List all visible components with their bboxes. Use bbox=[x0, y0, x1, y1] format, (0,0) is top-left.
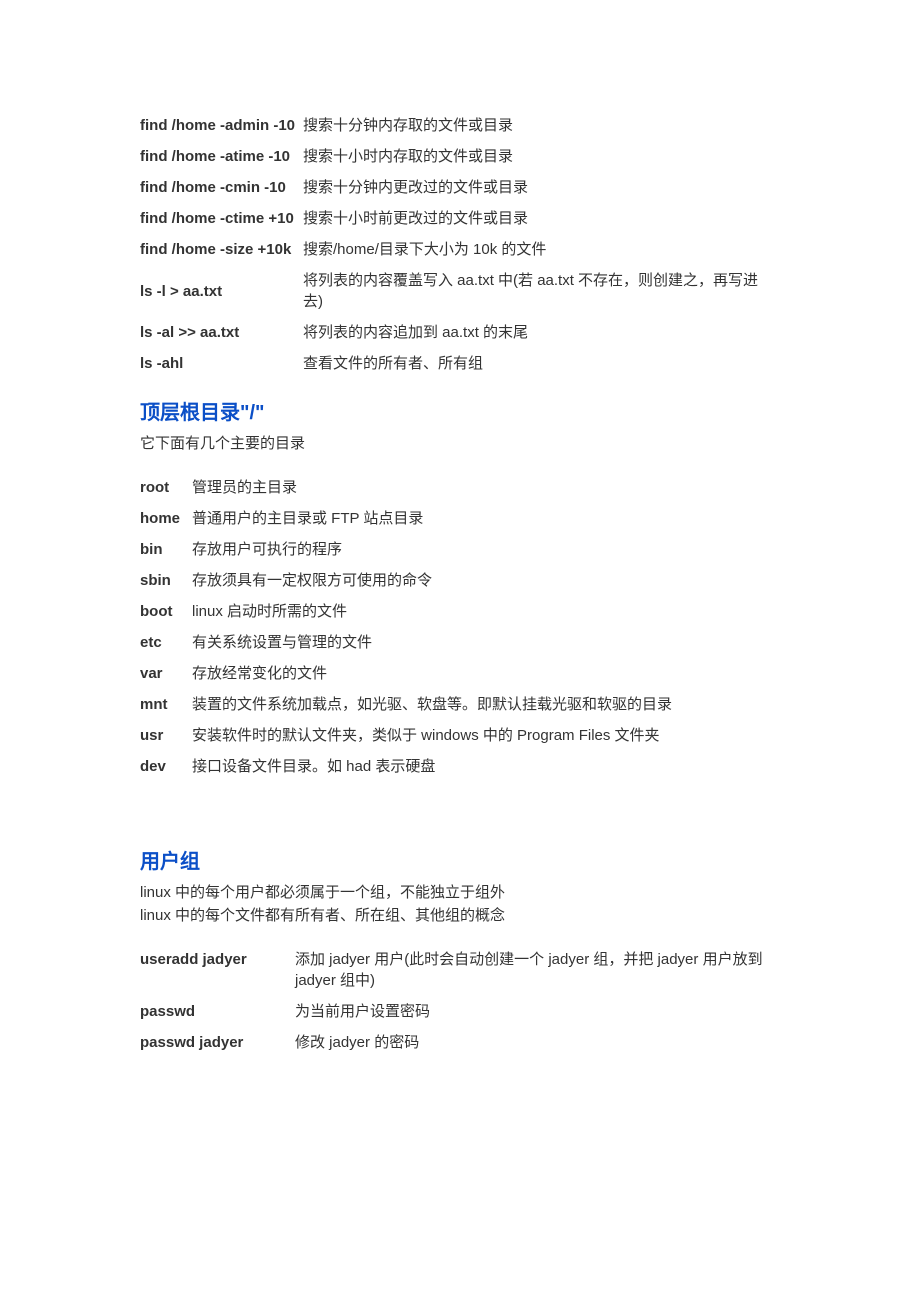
table-row: bootlinux 启动时所需的文件 bbox=[140, 596, 780, 627]
description-cell: 搜索十小时前更改过的文件或目录 bbox=[303, 203, 780, 234]
command-cell: ls -al >> aa.txt bbox=[140, 317, 303, 348]
table-row: passwd为当前用户设置密码 bbox=[140, 996, 780, 1027]
command-cell: find /home -atime -10 bbox=[140, 141, 303, 172]
table-row: mnt装置的文件系统加载点，如光驱、软盘等。即默认挂载光驱和软驱的目录 bbox=[140, 689, 780, 720]
description-cell: 有关系统设置与管理的文件 bbox=[192, 627, 780, 658]
table-row: useradd jadyer添加 jadyer 用户(此时会自动创建一个 jad… bbox=[140, 944, 780, 996]
description-cell: 管理员的主目录 bbox=[192, 472, 780, 503]
table-row: find /home -atime -10搜索十小时内存取的文件或目录 bbox=[140, 141, 780, 172]
description-cell: 搜索十分钟内更改过的文件或目录 bbox=[303, 172, 780, 203]
command-cell: find /home -admin -10 bbox=[140, 110, 303, 141]
table-row: find /home -ctime +10搜索十小时前更改过的文件或目录 bbox=[140, 203, 780, 234]
description-cell: 存放用户可执行的程序 bbox=[192, 534, 780, 565]
section-subtitle-group-1: linux 中的每个用户都必须属于一个组，不能独立于组外 bbox=[140, 882, 780, 903]
description-cell: 装置的文件系统加载点，如光驱、软盘等。即默认挂载光驱和软驱的目录 bbox=[192, 689, 780, 720]
command-cell: var bbox=[140, 658, 192, 689]
command-cell: etc bbox=[140, 627, 192, 658]
section-heading-group: 用户组 bbox=[140, 848, 780, 876]
description-cell: 查看文件的所有者、所有组 bbox=[303, 348, 780, 379]
description-cell: 搜索十分钟内存取的文件或目录 bbox=[303, 110, 780, 141]
command-cell: root bbox=[140, 472, 192, 503]
table-row: root管理员的主目录 bbox=[140, 472, 780, 503]
command-table-root-dirs: root管理员的主目录home普通用户的主目录或 FTP 站点目录bin存放用户… bbox=[140, 472, 780, 782]
command-cell: home bbox=[140, 503, 192, 534]
table-row: ls -al >> aa.txt将列表的内容追加到 aa.txt 的末尾 bbox=[140, 317, 780, 348]
command-table-user-group: useradd jadyer添加 jadyer 用户(此时会自动创建一个 jad… bbox=[140, 944, 780, 1058]
description-cell: 存放须具有一定权限方可使用的命令 bbox=[192, 565, 780, 596]
description-cell: 添加 jadyer 用户(此时会自动创建一个 jadyer 组，并把 jadye… bbox=[295, 944, 780, 996]
table-row: etc有关系统设置与管理的文件 bbox=[140, 627, 780, 658]
table-row: ls -ahl查看文件的所有者、所有组 bbox=[140, 348, 780, 379]
description-cell: 存放经常变化的文件 bbox=[192, 658, 780, 689]
table-row: find /home -admin -10搜索十分钟内存取的文件或目录 bbox=[140, 110, 780, 141]
table-row: home普通用户的主目录或 FTP 站点目录 bbox=[140, 503, 780, 534]
command-cell: usr bbox=[140, 720, 192, 751]
section-subtitle-group-2: linux 中的每个文件都有所有者、所在组、其他组的概念 bbox=[140, 905, 780, 926]
table-row: ls -l > aa.txt将列表的内容覆盖写入 aa.txt 中(若 aa.t… bbox=[140, 265, 780, 317]
command-cell: dev bbox=[140, 751, 192, 782]
description-cell: 接口设备文件目录。如 had 表示硬盘 bbox=[192, 751, 780, 782]
command-cell: find /home -cmin -10 bbox=[140, 172, 303, 203]
command-table-find-ls: find /home -admin -10搜索十分钟内存取的文件或目录find … bbox=[140, 110, 780, 379]
table-row: usr安装软件时的默认文件夹，类似于 windows 中的 Program Fi… bbox=[140, 720, 780, 751]
command-cell: ls -ahl bbox=[140, 348, 303, 379]
command-cell: passwd bbox=[140, 996, 295, 1027]
command-cell: mnt bbox=[140, 689, 192, 720]
description-cell: 为当前用户设置密码 bbox=[295, 996, 780, 1027]
description-cell: 修改 jadyer 的密码 bbox=[295, 1027, 780, 1058]
command-cell: find /home -size +10k bbox=[140, 234, 303, 265]
description-cell: 搜索/home/目录下大小为 10k 的文件 bbox=[303, 234, 780, 265]
section-subtitle-root: 它下面有几个主要的目录 bbox=[140, 433, 780, 454]
table-row: dev接口设备文件目录。如 had 表示硬盘 bbox=[140, 751, 780, 782]
table-row: sbin存放须具有一定权限方可使用的命令 bbox=[140, 565, 780, 596]
description-cell: 安装软件时的默认文件夹，类似于 windows 中的 Program Files… bbox=[192, 720, 780, 751]
description-cell: 普通用户的主目录或 FTP 站点目录 bbox=[192, 503, 780, 534]
command-cell: find /home -ctime +10 bbox=[140, 203, 303, 234]
command-cell: sbin bbox=[140, 565, 192, 596]
command-cell: useradd jadyer bbox=[140, 944, 295, 996]
table-row: var存放经常变化的文件 bbox=[140, 658, 780, 689]
description-cell: 将列表的内容追加到 aa.txt 的末尾 bbox=[303, 317, 780, 348]
command-cell: ls -l > aa.txt bbox=[140, 265, 303, 317]
description-cell: 搜索十小时内存取的文件或目录 bbox=[303, 141, 780, 172]
description-cell: 将列表的内容覆盖写入 aa.txt 中(若 aa.txt 不存在，则创建之，再写… bbox=[303, 265, 780, 317]
table-row: bin存放用户可执行的程序 bbox=[140, 534, 780, 565]
table-row: passwd jadyer修改 jadyer 的密码 bbox=[140, 1027, 780, 1058]
command-cell: passwd jadyer bbox=[140, 1027, 295, 1058]
description-cell: linux 启动时所需的文件 bbox=[192, 596, 780, 627]
command-cell: bin bbox=[140, 534, 192, 565]
section-heading-root: 顶层根目录"/" bbox=[140, 399, 780, 427]
table-row: find /home -size +10k搜索/home/目录下大小为 10k … bbox=[140, 234, 780, 265]
table-row: find /home -cmin -10搜索十分钟内更改过的文件或目录 bbox=[140, 172, 780, 203]
command-cell: boot bbox=[140, 596, 192, 627]
